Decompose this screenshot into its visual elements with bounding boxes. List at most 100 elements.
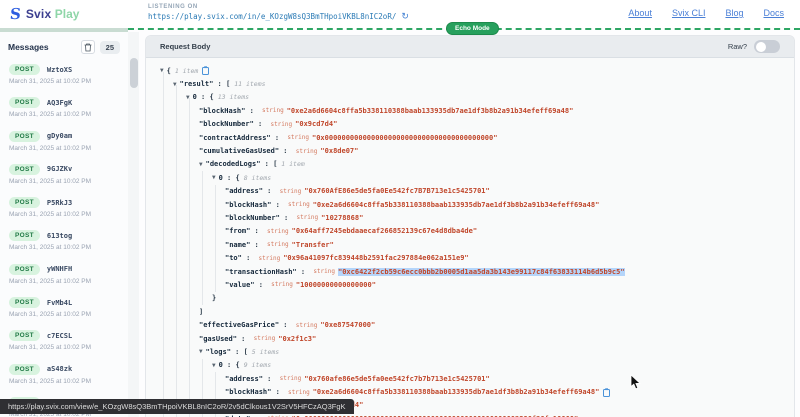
list-item[interactable]: POST yWNHFH March 31, 2025 at 10:02 PM: [0, 260, 128, 293]
message-id: WztoXS: [47, 66, 72, 74]
json-row[interactable]: ▼ 0 : { 8 items: [154, 171, 794, 184]
listening-url[interactable]: https://play.svix.com/in/e_KOzgW8sQ3BmTH…: [148, 12, 396, 21]
raw-toggle[interactable]: [754, 40, 780, 53]
method-badge: POST: [9, 297, 40, 308]
collapse-arrow-icon[interactable]: ▼: [199, 161, 203, 168]
sidebar-scrollbar-track[interactable]: [128, 32, 139, 417]
list-item[interactable]: POST gDy0am March 31, 2025 at 10:02 PM: [0, 127, 128, 160]
json-row[interactable]: "contractAddress" : string "0x0000000000…: [154, 131, 794, 144]
json-key: "name": [225, 241, 250, 249]
message-timestamp: March 31, 2025 at 10:02 PM: [9, 344, 119, 351]
json-row[interactable]: "to" : string "0x96a41097fc839448b2591fa…: [154, 251, 794, 264]
json-value: "0xc6422f2cb59c6ecc0bbb2b0005d1aa5da3b14…: [338, 268, 625, 276]
nav-link[interactable]: Blog: [725, 8, 743, 18]
method-badge: POST: [9, 164, 40, 175]
json-row[interactable]: "address" : string "0x760AfE86e5de5fa0Ee…: [154, 185, 794, 198]
list-item[interactable]: POST aS48zk March 31, 2025 at 10:02 PM: [0, 360, 128, 393]
listening-block: LISTENING ON https://play.svix.com/in/e_…: [148, 4, 409, 21]
json-tree: ▼ { 1 item ▼ "result" : [: [146, 58, 794, 417]
json-key: "decodedLogs": [206, 160, 261, 168]
json-row[interactable]: "effectiveGasPrice" : string "0xe8754700…: [154, 318, 794, 331]
json-row[interactable]: "value" : string "10000000000000000": [154, 278, 794, 291]
json-row[interactable]: ▼ "result" : [ 11 items: [154, 77, 794, 90]
json-colon: :: [254, 120, 267, 128]
json-row[interactable]: "blockNumber" : string "10278868": [154, 211, 794, 224]
json-row[interactable]: "gasUsed" : string "0x2f1c3": [154, 332, 794, 345]
request-body-panel: Request Body Raw? ▼ { 1 item: [146, 36, 794, 417]
json-colon: :: [263, 375, 276, 383]
list-item[interactable]: POST c7ECSL March 31, 2025 at 10:02 PM: [0, 326, 128, 359]
json-row[interactable]: "name" : string "Transfer": [154, 238, 794, 251]
nav-link[interactable]: About: [628, 8, 652, 18]
copy-icon[interactable]: [202, 66, 210, 75]
json-row[interactable]: "cumulativeGasUsed" : string "0x8de07": [154, 144, 794, 157]
list-item[interactable]: POST 613tog March 31, 2025 at 10:02 PM: [0, 226, 128, 259]
mouse-cursor: [630, 374, 641, 395]
json-row[interactable]: "blockHash" : string "0xe2a6d6604c8ffa5b…: [154, 198, 794, 211]
clear-messages-button[interactable]: [81, 40, 95, 54]
list-item[interactable]: POST AQ3FgK March 31, 2025 at 10:02 PM: [0, 93, 128, 126]
svix-play-logo[interactable]: S Svix Play: [10, 5, 79, 23]
json-row[interactable]: "blockHash" : string "0xe2a6d6604c8ffa5b…: [154, 104, 794, 117]
value-type-label: string: [296, 214, 318, 221]
value-type-label: string: [280, 188, 302, 195]
json-value: "10000000000000000": [296, 281, 376, 289]
nav-link[interactable]: Docs: [763, 8, 784, 18]
collapse-arrow-icon[interactable]: ▼: [199, 348, 203, 355]
json-colon: :: [279, 147, 292, 155]
json-row[interactable]: "from" : string "0x64aff7245ebdaaecaf266…: [154, 225, 794, 238]
value-type-label: string: [271, 281, 293, 288]
method-badge: POST: [9, 230, 40, 241]
json-bracket: {: [236, 361, 240, 369]
json-colon: :: [271, 201, 284, 209]
list-item[interactable]: POST FvMb4L March 31, 2025 at 10:02 PM: [0, 293, 128, 326]
json-row[interactable]: }: [154, 292, 794, 305]
json-colon: :: [271, 134, 284, 142]
value-type-label: string: [287, 134, 309, 141]
json-value: "0x8de07": [320, 147, 358, 155]
json-row[interactable]: ▼ 0 : { 9 items: [154, 359, 794, 372]
collapse-arrow-icon[interactable]: ▼: [212, 174, 216, 181]
copy-icon[interactable]: [603, 388, 611, 397]
json-row[interactable]: "address" : string "0x760afe86e5de5fa0ee…: [154, 372, 794, 385]
value-type-label: string: [280, 375, 302, 382]
json-colon: :: [280, 214, 293, 222]
json-value: "10278868": [321, 214, 363, 222]
message-id: P5RkJ3: [47, 199, 72, 207]
json-row[interactable]: ▼ 0 : { 13 items: [154, 91, 794, 104]
json-row[interactable]: "blockNumber" : string "0x9cd7d4": [154, 118, 794, 131]
json-row[interactable]: ▼ { 1 item: [154, 64, 794, 77]
collapse-arrow-icon[interactable]: ▼: [173, 81, 177, 88]
list-item[interactable]: POST WztoXS March 31, 2025 at 10:02 PM: [0, 60, 128, 93]
json-bracket: [: [244, 348, 248, 356]
json-row[interactable]: "blockHash" : string "0xe2a6d6604c8ffa5b…: [154, 385, 794, 398]
header: S Svix Play LISTENING ON https://play.sv…: [0, 0, 800, 28]
json-colon: :: [231, 348, 244, 356]
collapse-arrow-icon[interactable]: ▼: [160, 67, 164, 74]
panel-title: Request Body: [160, 42, 728, 51]
raw-toggle-knob: [756, 42, 766, 52]
json-key: "address": [225, 187, 263, 195]
collapse-arrow-icon[interactable]: ▼: [212, 362, 216, 369]
json-value: "0xe87547000": [320, 321, 375, 329]
json-row[interactable]: "transactionHash" : string "0xc6422f2cb5…: [154, 265, 794, 278]
message-timestamp: March 31, 2025 at 10:02 PM: [9, 311, 119, 318]
sidebar-header: Messages 25: [0, 36, 128, 58]
collapse-arrow-icon[interactable]: ▼: [186, 94, 190, 101]
message-timestamp: March 31, 2025 at 10:02 PM: [9, 111, 119, 118]
header-nav: About Svix CLI Blog Docs: [628, 8, 784, 18]
json-row[interactable]: ▼ "decodedLogs" : [ 1 item: [154, 158, 794, 171]
refresh-icon[interactable]: ↻: [401, 12, 409, 21]
message-id: AQ3FgK: [47, 99, 72, 107]
json-colon: :: [213, 80, 226, 88]
nav-link[interactable]: Svix CLI: [672, 8, 706, 18]
message-id: 9GJZKv: [47, 165, 72, 173]
json-row[interactable]: ▼ "logs" : [ 5 items: [154, 345, 794, 358]
sidebar-scrollbar-thumb[interactable]: [130, 58, 138, 88]
message-timestamp: March 31, 2025 at 10:02 PM: [9, 145, 119, 152]
json-row[interactable]: ]: [154, 305, 794, 318]
list-item[interactable]: POST P5RkJ3 March 31, 2025 at 10:02 PM: [0, 193, 128, 226]
list-item[interactable]: POST 9GJZKv March 31, 2025 at 10:02 PM: [0, 160, 128, 193]
message-id: FvMb4L: [47, 299, 72, 307]
json-bracket: {: [236, 174, 240, 182]
